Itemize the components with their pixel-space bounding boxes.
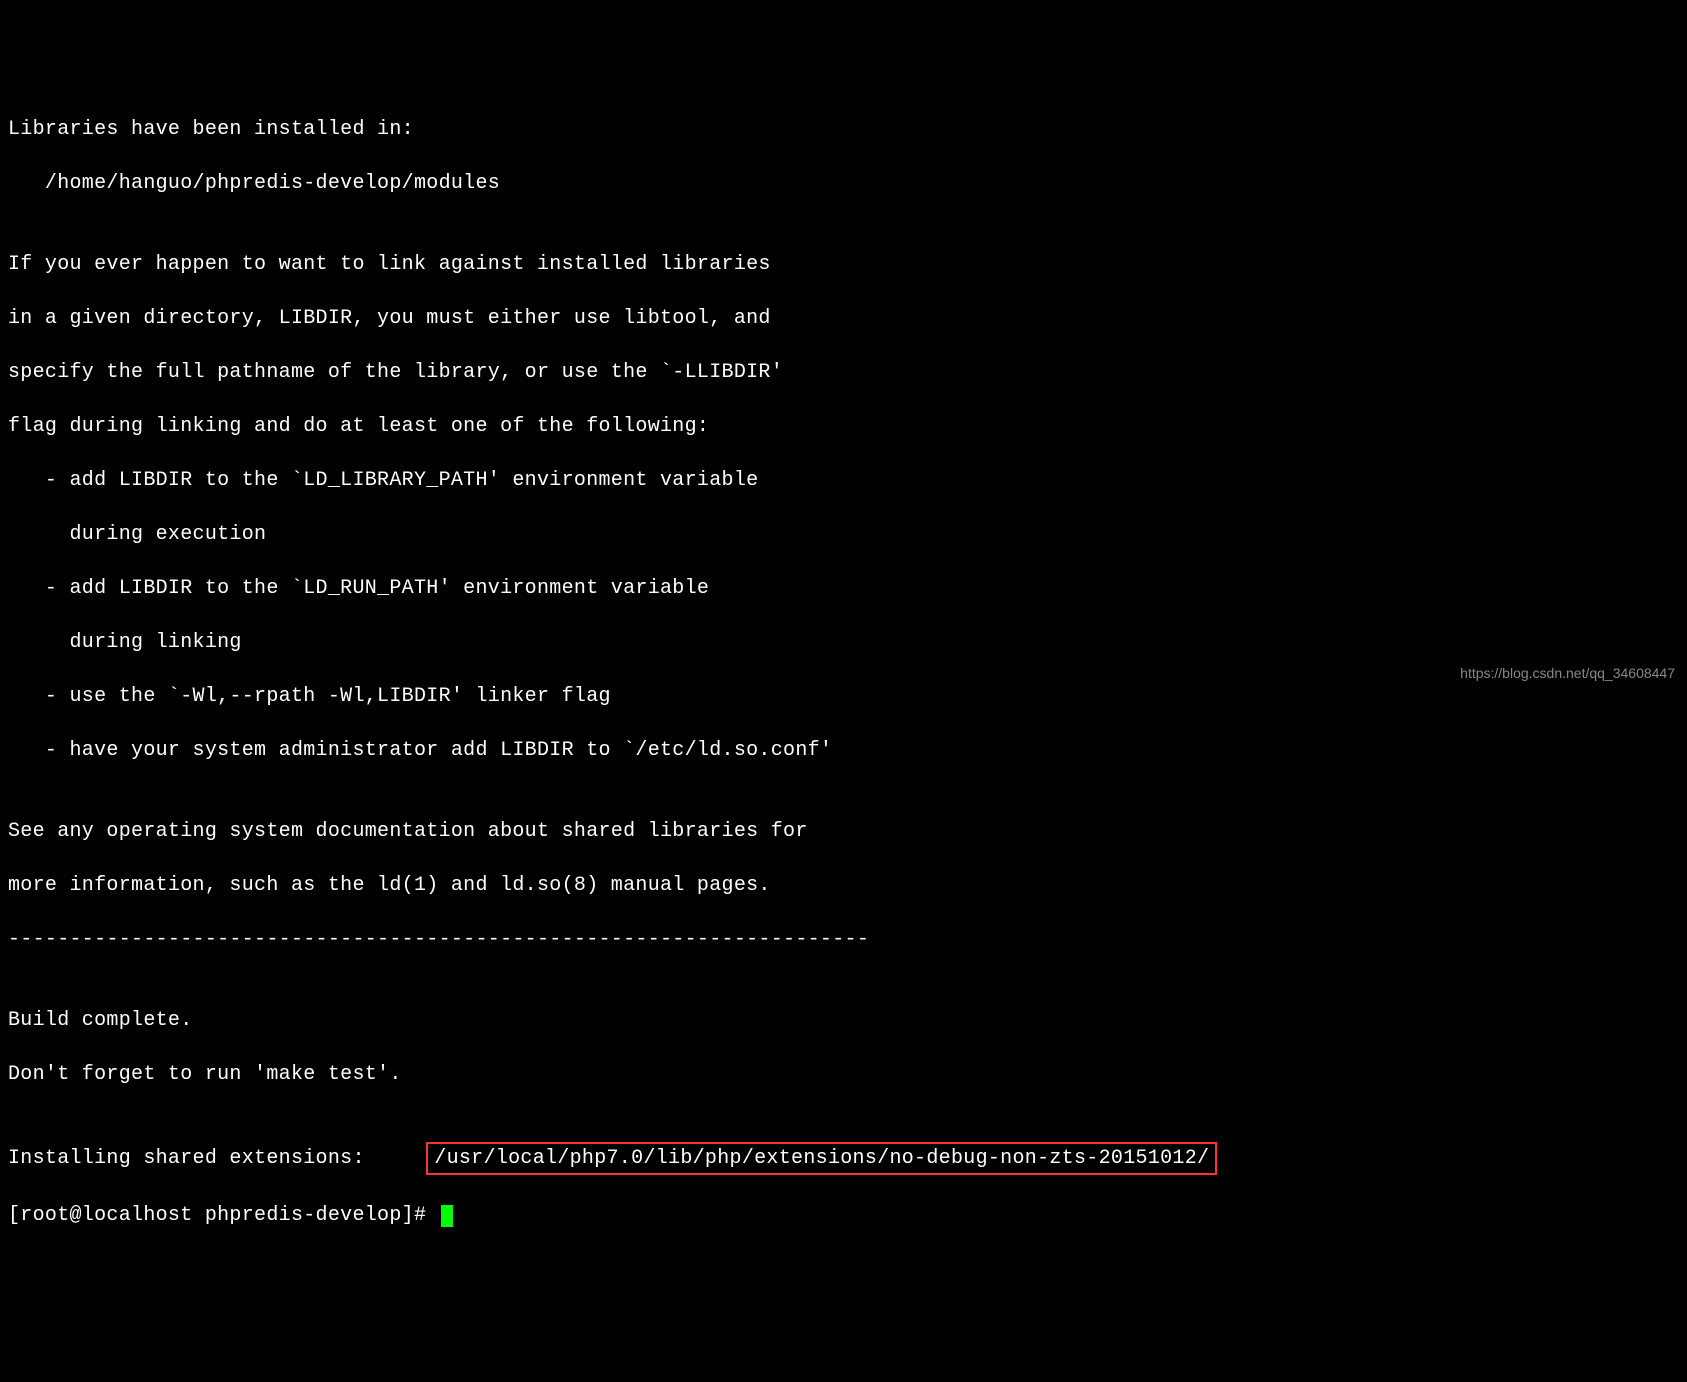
terminal-output-line: - use the `-Wl,--rpath -Wl,LIBDIR' linke… — [8, 683, 1679, 710]
install-line: Installing shared extensions: /usr/local… — [8, 1142, 1679, 1175]
terminal-output-line: during execution — [8, 521, 1679, 548]
terminal-output-line: Build complete. — [8, 1007, 1679, 1034]
terminal-output-line: during linking — [8, 629, 1679, 656]
terminal-output-line: ----------------------------------------… — [8, 926, 1679, 953]
terminal-output-line: flag during linking and do at least one … — [8, 413, 1679, 440]
terminal-output-line: Don't forget to run 'make test'. — [8, 1061, 1679, 1088]
terminal-output-line: specify the full pathname of the library… — [8, 359, 1679, 386]
terminal-output-line: Libraries have been installed in: — [8, 116, 1679, 143]
shell-prompt: [root@localhost phpredis-develop]# — [8, 1204, 439, 1227]
terminal-output-line: See any operating system documentation a… — [8, 818, 1679, 845]
cursor-icon — [441, 1205, 453, 1227]
terminal-output-line: in a given directory, LIBDIR, you must e… — [8, 305, 1679, 332]
terminal-output-line: more information, such as the ld(1) and … — [8, 872, 1679, 899]
terminal-output-line: If you ever happen to want to link again… — [8, 251, 1679, 278]
terminal-output-line: - have your system administrator add LIB… — [8, 737, 1679, 764]
terminal-output-line: - add LIBDIR to the `LD_RUN_PATH' enviro… — [8, 575, 1679, 602]
terminal-output-line: - add LIBDIR to the `LD_LIBRARY_PATH' en… — [8, 467, 1679, 494]
extension-path-highlight: /usr/local/php7.0/lib/php/extensions/no-… — [426, 1142, 1217, 1175]
install-prefix: Installing shared extensions: — [8, 1147, 426, 1170]
watermark-text: https://blog.csdn.net/qq_34608447 — [1460, 664, 1675, 683]
terminal-output-line: /home/hanguo/phpredis-develop/modules — [8, 170, 1679, 197]
prompt-line[interactable]: [root@localhost phpredis-develop]# — [8, 1202, 1679, 1229]
